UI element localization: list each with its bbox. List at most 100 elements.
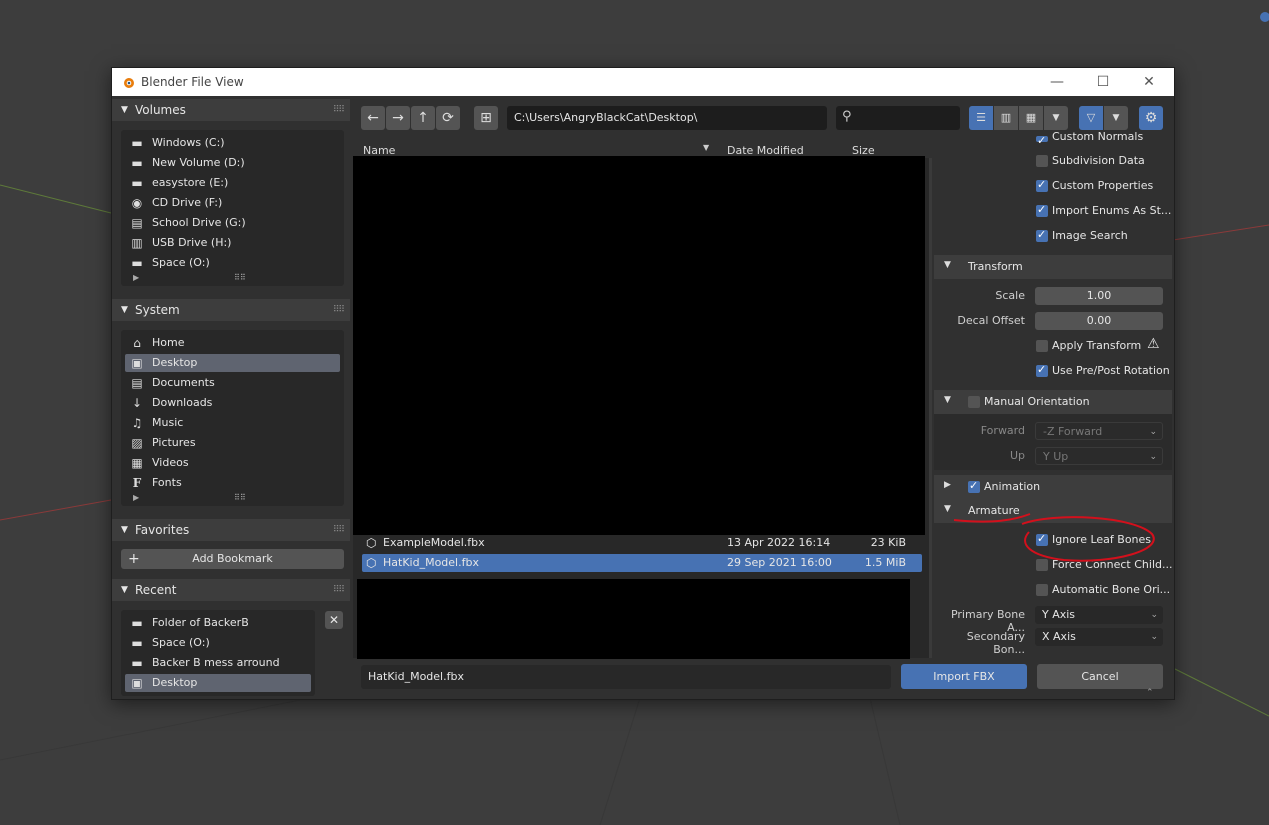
secondary-bone-axis-label: Secondary Bon... xyxy=(966,630,1025,656)
image-search-label: Image Search xyxy=(1052,229,1128,242)
filter-icon: ▽ xyxy=(1086,111,1096,124)
animation-section-header[interactable]: ▶ Animation xyxy=(934,475,1172,499)
file-row-selected[interactable]: ⬡ HatKid_Model.fbx 29 Sep 2021 16:00 1.5… xyxy=(362,554,922,572)
manual-orientation-section-header[interactable]: ▼ Manual Orientation xyxy=(934,390,1172,414)
new-folder-button[interactable]: ⊞ xyxy=(474,106,498,130)
file-list-scrollbar[interactable] xyxy=(929,158,932,658)
forward-dropdown[interactable]: -Z Forward ⌄ xyxy=(1035,422,1163,440)
cancel-button[interactable]: Cancel xyxy=(1037,664,1163,689)
annotation-circle xyxy=(953,513,1155,562)
volume-item[interactable]: ▬ Windows (C:) xyxy=(125,134,340,152)
volume-item[interactable]: ▥ USB Drive (H:) xyxy=(125,234,340,252)
window-title: Blender File View xyxy=(141,75,244,89)
recent-item[interactable]: ▬ Backer B mess arround xyxy=(125,654,311,672)
volume-item[interactable]: ▬ New Volume (D:) xyxy=(125,154,340,172)
add-bookmark-button[interactable]: + Add Bookmark xyxy=(121,549,344,569)
arrow-left-icon: ← xyxy=(367,110,379,126)
drag-grip-icon[interactable]: ⠿⠿ xyxy=(333,519,345,541)
manual-orientation-checkbox[interactable] xyxy=(968,396,980,408)
chevron-down-icon: ▼ xyxy=(1112,113,1120,123)
disk-icon: ▬ xyxy=(131,256,143,270)
volumes-panel-header[interactable]: ▼ Volumes ⠿⠿ xyxy=(112,99,350,121)
sort-arrow-icon[interactable]: ▼ xyxy=(703,143,709,152)
chevron-down-icon: ⌄ xyxy=(1150,632,1158,642)
clear-recent-button[interactable]: ✕ xyxy=(325,611,343,629)
transform-section-header[interactable]: ▼ Transform xyxy=(934,255,1172,279)
volume-item[interactable]: ▬ easystore (E:) xyxy=(125,174,340,192)
use-prepost-rotation-checkbox[interactable] xyxy=(1036,363,1048,377)
filename-input[interactable]: HatKid_Model.fbx xyxy=(361,665,891,689)
favorites-panel-header[interactable]: ▼ Favorites ⠿⠿ xyxy=(112,519,350,541)
thumbnail-view-button[interactable]: ▦ xyxy=(1019,106,1043,130)
chevron-down-icon: ⌄ xyxy=(1149,452,1157,462)
volume-item[interactable]: ◉ CD Drive (F:) xyxy=(125,194,340,212)
system-item-documents[interactable]: ▤ Documents xyxy=(125,374,340,392)
system-panel-header[interactable]: ▼ System ⠿⠿ xyxy=(112,299,350,321)
recent-item[interactable]: ▬ Folder of BackerB xyxy=(125,614,311,632)
volume-item[interactable]: ▬ Space (O:) xyxy=(125,254,340,272)
system-item-fonts[interactable]: F Fonts xyxy=(125,474,340,492)
system-header-label: System xyxy=(135,303,180,317)
horizontal-list-view-button[interactable]: ▥ xyxy=(994,106,1018,130)
disk-icon: ▬ xyxy=(131,176,143,190)
system-item-pictures[interactable]: ▨ Pictures xyxy=(125,434,340,452)
minimize-button[interactable]: — xyxy=(1034,68,1080,96)
system-item-home[interactable]: ⌂ Home xyxy=(125,334,340,352)
add-bookmark-label: Add Bookmark xyxy=(192,552,273,565)
vertical-list-view-button[interactable]: ☰ xyxy=(969,106,993,130)
directory-path-input[interactable]: C:\Users\AngryBlackCat\Desktop\ xyxy=(507,106,827,130)
system-item-music[interactable]: ♫ Music xyxy=(125,414,340,432)
recent-panel-header[interactable]: ▼ Recent ⠿⠿ xyxy=(112,579,350,601)
drag-grip-icon[interactable]: ⠿⠿ xyxy=(333,299,345,321)
subdivision-data-checkbox[interactable] xyxy=(1036,155,1048,167)
filter-settings-dropdown[interactable]: ▼ xyxy=(1104,106,1128,130)
expand-arrow-icon[interactable]: ▶ xyxy=(133,273,139,282)
animation-checkbox[interactable] xyxy=(968,479,980,493)
image-search-checkbox[interactable] xyxy=(1036,228,1048,242)
automatic-bone-orientation-label: Automatic Bone Ori... xyxy=(1052,583,1171,596)
back-button[interactable]: ← xyxy=(361,106,385,130)
fbx-file-icon: ⬡ xyxy=(366,556,377,570)
recent-item[interactable]: ▬ Space (O:) xyxy=(125,634,311,652)
volume-item[interactable]: ▤ School Drive (G:) xyxy=(125,214,340,232)
animation-label: Animation xyxy=(984,480,1041,493)
refresh-button[interactable]: ⟳ xyxy=(436,106,460,130)
maximize-button[interactable]: ☐ xyxy=(1080,68,1126,96)
custom-normals-checkbox[interactable] xyxy=(1036,134,1048,147)
up-dropdown[interactable]: Y Up ⌄ xyxy=(1035,447,1163,465)
scroll-up-arrow-icon[interactable]: ⌃ xyxy=(1146,688,1154,698)
search-input[interactable]: ⚲ xyxy=(836,106,960,130)
apply-transform-checkbox[interactable] xyxy=(1036,340,1048,352)
options-toggle-button[interactable]: ⚙ xyxy=(1139,106,1163,130)
filter-toggle-button[interactable]: ▽ xyxy=(1079,106,1103,130)
plus-icon: + xyxy=(128,551,140,567)
automatic-bone-orientation-checkbox[interactable] xyxy=(1036,584,1048,596)
resize-grip-icon[interactable]: ⠿⠿ xyxy=(234,493,246,502)
manual-orientation-label: Manual Orientation xyxy=(984,395,1090,408)
secondary-bone-axis-dropdown[interactable]: X Axis ⌄ xyxy=(1035,628,1163,646)
close-button[interactable]: ✕ xyxy=(1126,68,1172,96)
file-row[interactable]: ⬡ ExampleModel.fbx 13 Apr 2022 16:14 23 … xyxy=(362,534,922,552)
chevron-down-icon: ⌄ xyxy=(1149,427,1157,437)
recent-item[interactable]: ▣ Desktop xyxy=(125,674,311,692)
drag-grip-icon[interactable]: ⠿⠿ xyxy=(333,579,345,601)
custom-properties-checkbox[interactable] xyxy=(1036,178,1048,192)
system-item-videos[interactable]: ▦ Videos xyxy=(125,454,340,472)
decal-offset-field[interactable]: 0.00 xyxy=(1035,312,1163,330)
drag-grip-icon[interactable]: ⠿⠿ xyxy=(333,99,345,121)
chevron-down-icon: ▼ xyxy=(1052,113,1060,123)
resize-grip-icon[interactable]: ⠿⠿ xyxy=(234,273,246,282)
import-enums-checkbox[interactable] xyxy=(1036,203,1048,217)
parent-directory-button[interactable]: ↑ xyxy=(411,106,435,130)
forward-button[interactable]: → xyxy=(386,106,410,130)
image-icon: ▨ xyxy=(131,436,143,450)
file-browser-window: Blender File View — ☐ ✕ ▼ Volumes ⠿⠿ ▬ Wi… xyxy=(111,67,1175,700)
display-settings-dropdown[interactable]: ▼ xyxy=(1044,106,1068,130)
primary-bone-axis-dropdown[interactable]: Y Axis ⌄ xyxy=(1035,606,1163,624)
expand-arrow-icon[interactable]: ▶ xyxy=(133,493,139,502)
scale-field[interactable]: 1.00 xyxy=(1035,287,1163,305)
import-fbx-button[interactable]: Import FBX xyxy=(901,664,1027,689)
system-item-desktop[interactable]: ▣ Desktop xyxy=(125,354,340,372)
system-item-downloads[interactable]: ↓ Downloads xyxy=(125,394,340,412)
home-icon: ⌂ xyxy=(133,336,141,350)
